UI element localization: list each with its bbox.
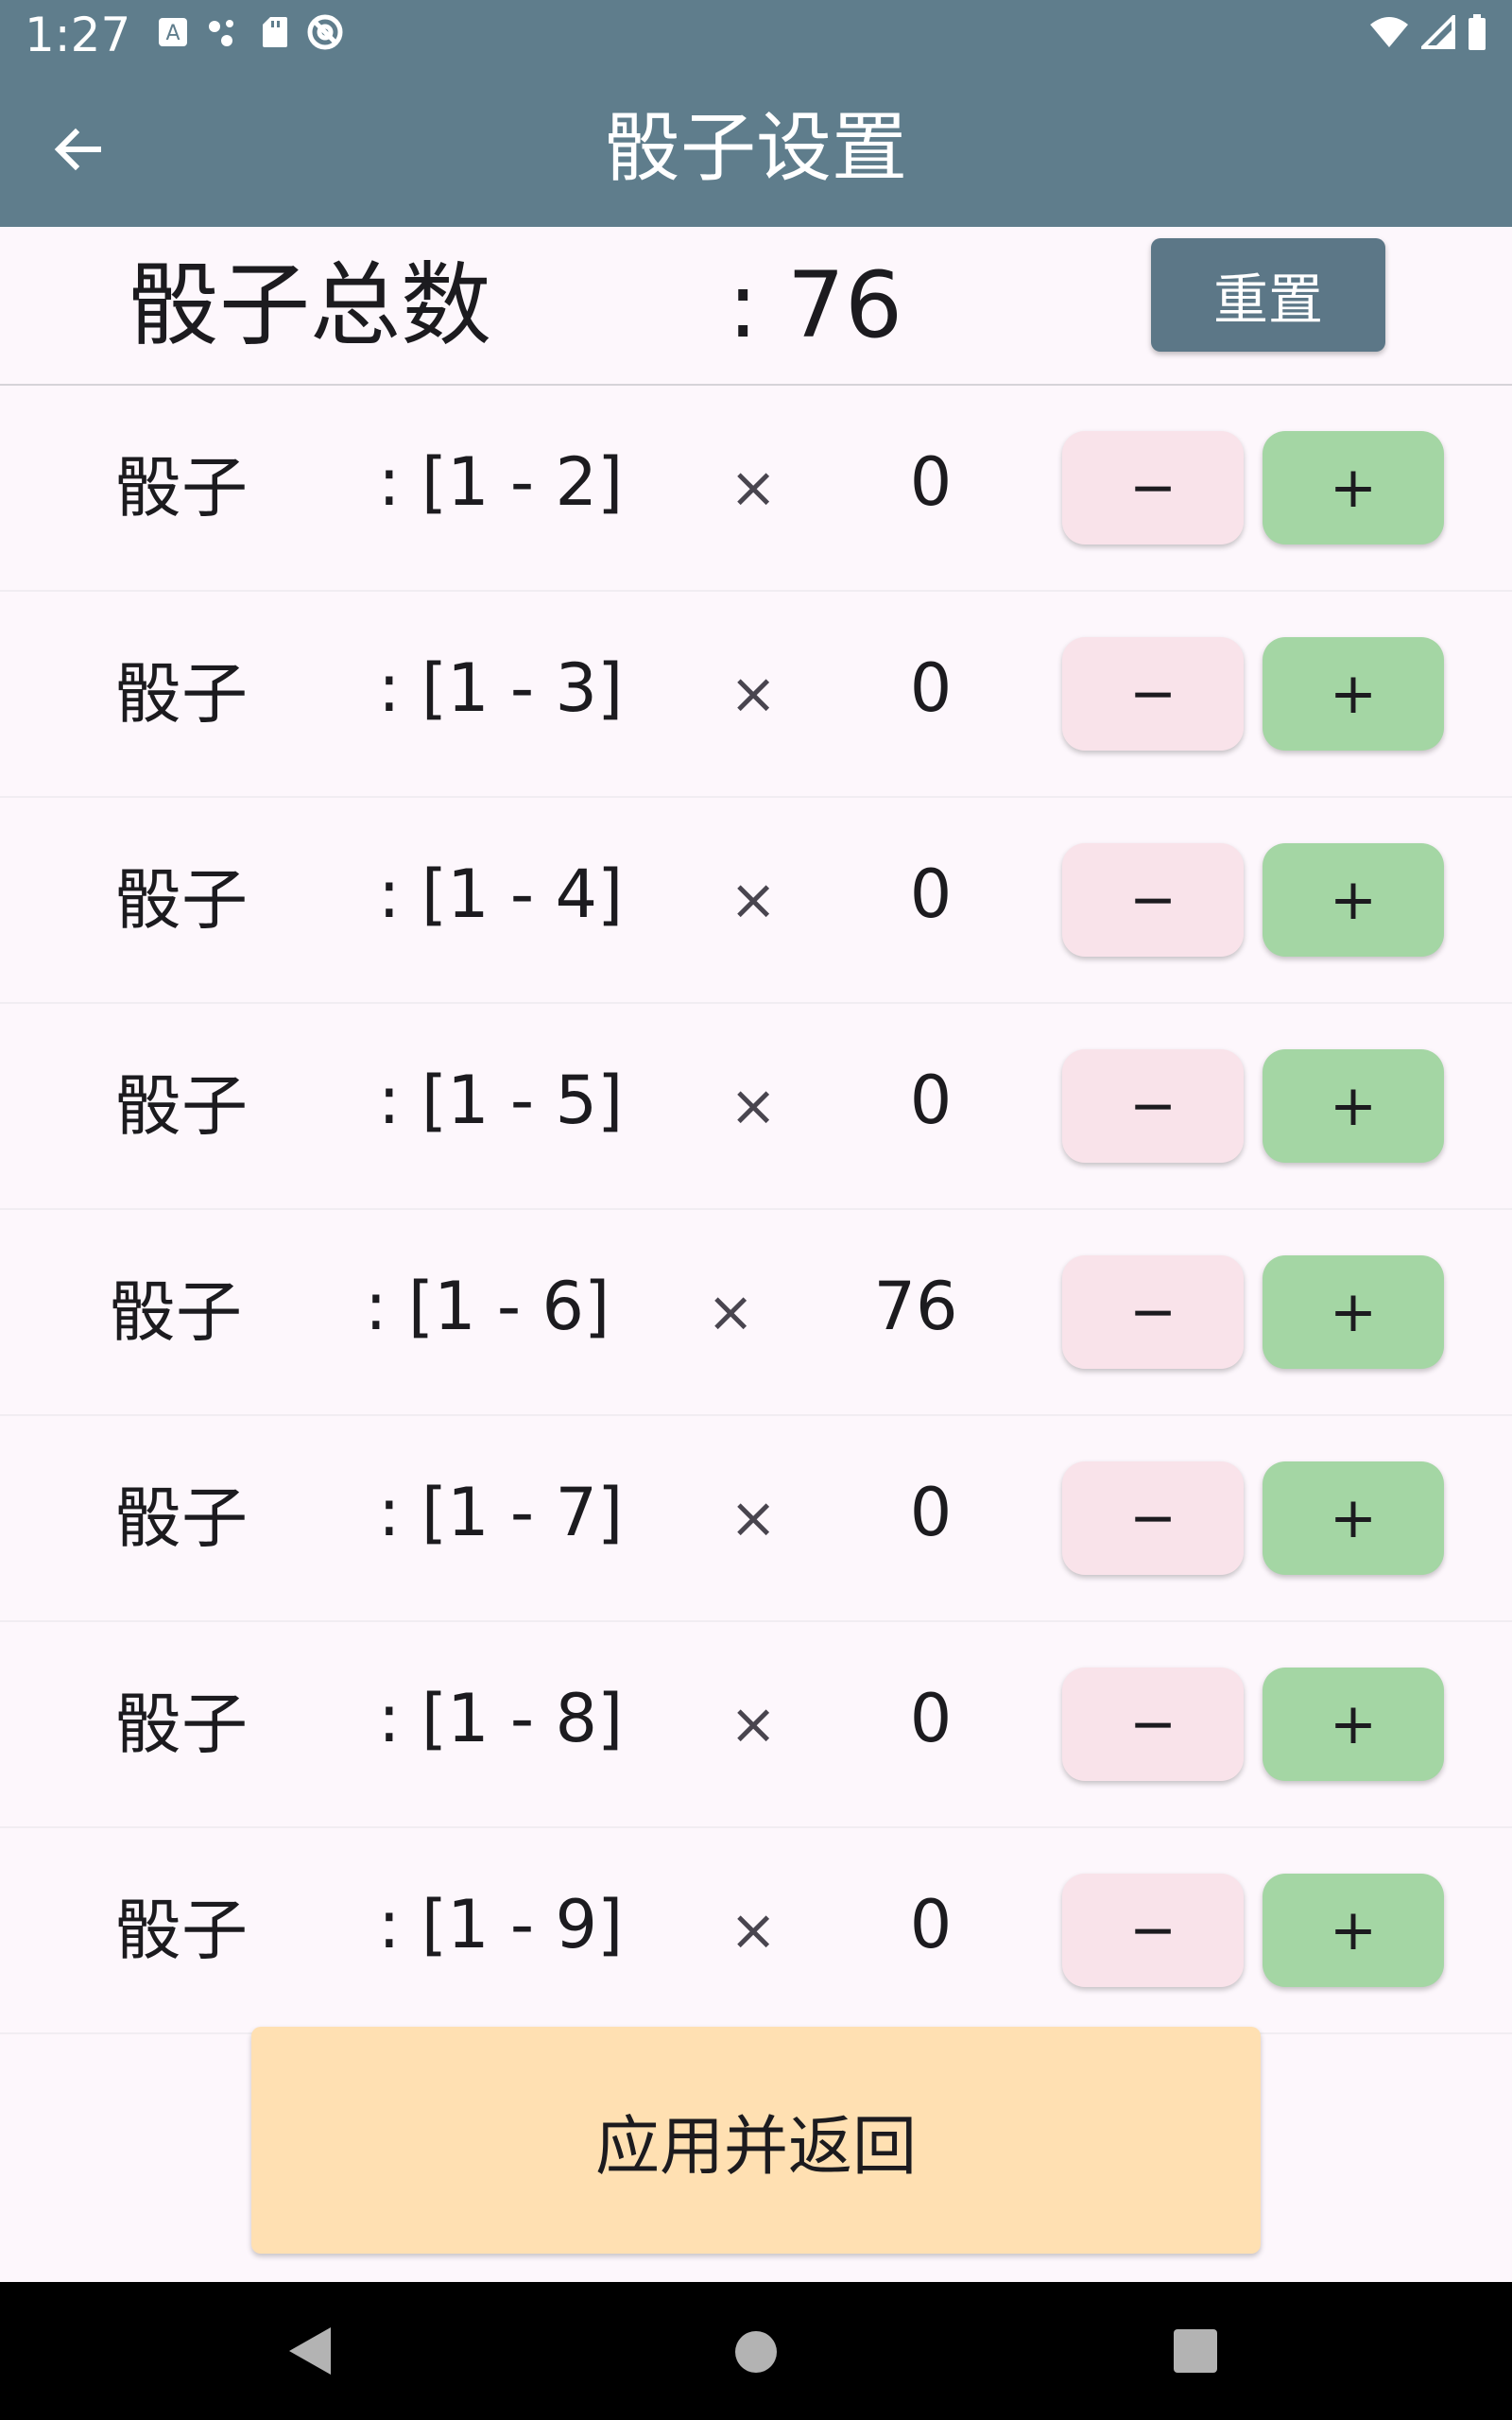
dice-list: 骰子 : [1 - 2] × 0 − + 骰子 : [1 - 3] × 0 − … xyxy=(0,386,1512,2034)
increment-button[interactable]: + xyxy=(1263,1049,1444,1163)
times-sign: × xyxy=(730,1897,778,1963)
decrement-button[interactable]: − xyxy=(1062,1668,1244,1781)
app-bar: 骰子设置 xyxy=(0,70,1512,227)
battery-icon xyxy=(1469,14,1486,50)
sd-card-icon xyxy=(263,17,287,47)
dice-range: : [1 - 2] xyxy=(378,443,624,521)
dice-name: 骰子 xyxy=(115,861,248,939)
times-sign: × xyxy=(730,1073,778,1139)
dice-count: 0 xyxy=(909,443,953,521)
dice-row-1-4: 骰子 : [1 - 4] × 0 − + xyxy=(0,798,1512,1004)
times-sign: × xyxy=(730,867,778,933)
dice-row-1-6: 骰子 : [1 - 6] × 76 − + xyxy=(0,1210,1512,1416)
dots-icon xyxy=(209,20,233,46)
dice-count: 0 xyxy=(909,1886,953,1963)
times-sign: × xyxy=(730,661,778,727)
dice-name: 骰子 xyxy=(115,1685,248,1763)
times-sign: × xyxy=(730,455,778,521)
nav-back-icon[interactable] xyxy=(284,2324,335,2378)
wifi-icon xyxy=(1370,17,1408,47)
status-bar: 1:27 A xyxy=(0,0,1512,70)
dice-total-summary: 骰子总数 : 76 重置 xyxy=(0,227,1512,386)
status-icons-left: A xyxy=(157,13,344,51)
dice-range: : [1 - 3] xyxy=(378,649,624,727)
decrement-button[interactable]: − xyxy=(1062,1461,1244,1575)
increment-button[interactable]: + xyxy=(1263,431,1444,544)
dice-name: 骰子 xyxy=(110,1273,242,1351)
dice-row-1-2: 骰子 : [1 - 2] × 0 − + xyxy=(0,386,1512,592)
status-icons-right xyxy=(1368,13,1487,51)
dice-range: : [1 - 6] xyxy=(365,1268,610,1345)
dice-name: 骰子 xyxy=(115,1479,248,1557)
decrement-button[interactable]: − xyxy=(1062,1049,1244,1163)
dice-row-1-8: 骰子 : [1 - 8] × 0 − + xyxy=(0,1622,1512,1828)
increment-button[interactable]: + xyxy=(1263,1255,1444,1369)
dice-name: 骰子 xyxy=(115,1892,248,1969)
dice-name: 骰子 xyxy=(115,655,248,733)
dice-count: 0 xyxy=(909,1062,953,1139)
decrement-button[interactable]: − xyxy=(1062,1255,1244,1369)
decrement-button[interactable]: − xyxy=(1062,637,1244,751)
dice-name: 骰子 xyxy=(115,1067,248,1145)
decrement-button[interactable]: − xyxy=(1062,431,1244,544)
dice-range: : [1 - 9] xyxy=(378,1886,624,1963)
apply-and-return-button[interactable]: 应用并返回 xyxy=(251,2027,1261,2254)
total-label: 骰子总数 xyxy=(129,252,491,358)
times-sign: × xyxy=(707,1279,755,1345)
dice-range: : [1 - 7] xyxy=(378,1474,624,1551)
dice-count: 0 xyxy=(909,1474,953,1551)
dice-range: : [1 - 4] xyxy=(378,856,624,933)
dice-row-1-5: 骰子 : [1 - 5] × 0 − + xyxy=(0,1004,1512,1210)
a-keyboard-icon: A xyxy=(159,18,187,46)
dice-count: 0 xyxy=(909,649,953,727)
dice-count: 0 xyxy=(909,1680,953,1757)
status-time: 1:27 xyxy=(25,8,131,62)
dice-count: 0 xyxy=(909,856,953,933)
page-title: 骰子设置 xyxy=(605,104,907,192)
increment-button[interactable]: + xyxy=(1263,637,1444,751)
dice-range: : [1 - 8] xyxy=(378,1680,624,1757)
times-sign: × xyxy=(730,1691,778,1757)
dice-row-1-3: 骰子 : [1 - 3] × 0 − + xyxy=(0,592,1512,798)
nav-recents-icon[interactable] xyxy=(1174,2329,1217,2373)
system-nav-bar xyxy=(0,2282,1512,2420)
increment-button[interactable]: + xyxy=(1263,1461,1444,1575)
total-value: : 76 xyxy=(728,252,903,358)
decrement-button[interactable]: − xyxy=(1062,1874,1244,1987)
times-sign: × xyxy=(730,1485,778,1551)
dice-name: 骰子 xyxy=(115,449,248,527)
reset-button[interactable]: 重置 xyxy=(1151,238,1385,352)
increment-button[interactable]: + xyxy=(1263,843,1444,957)
at-sign-icon xyxy=(307,14,343,50)
increment-button[interactable]: + xyxy=(1263,1874,1444,1987)
nav-home-icon[interactable] xyxy=(735,2331,777,2373)
dice-range: : [1 - 5] xyxy=(378,1062,624,1139)
dice-row-1-9: 骰子 : [1 - 9] × 0 − + xyxy=(0,1828,1512,2034)
dice-count: 76 xyxy=(873,1268,958,1345)
increment-button[interactable]: + xyxy=(1263,1668,1444,1781)
svg-text:A: A xyxy=(165,22,180,45)
dice-row-1-7: 骰子 : [1 - 7] × 0 − + xyxy=(0,1416,1512,1622)
decrement-button[interactable]: − xyxy=(1062,843,1244,957)
signal-icon xyxy=(1421,15,1455,49)
